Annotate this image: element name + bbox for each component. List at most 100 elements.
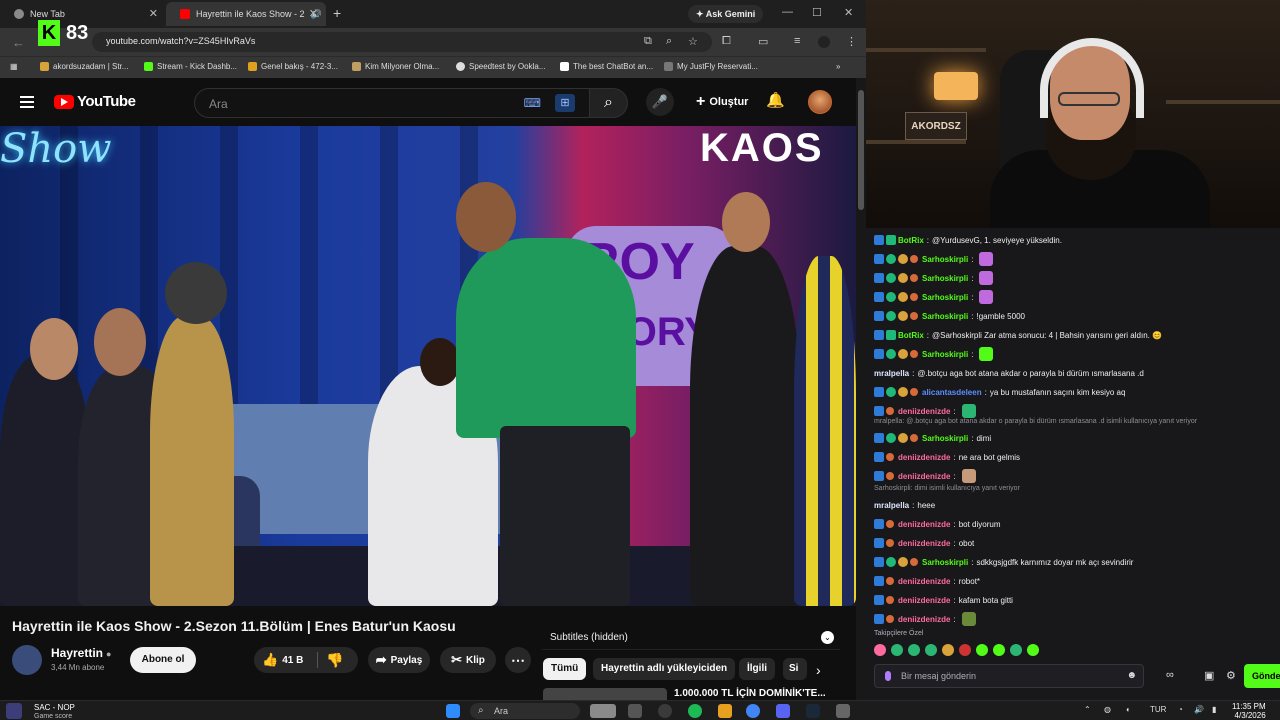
chat-message[interactable]: alicantasdeleen: ya bu mustafanın saçını … bbox=[874, 384, 1125, 400]
like-button[interactable]: 👍 41 B bbox=[262, 647, 303, 674]
rewards-icon[interactable]: ∞ bbox=[1166, 669, 1174, 681]
chat-message[interactable]: Sarhoskirpli: dimi bbox=[874, 430, 991, 446]
battery-icon[interactable]: ▮ bbox=[1212, 705, 1216, 714]
chat-message[interactable]: BotRix: @YurdusevG, 1. seviyeye yükseldin… bbox=[874, 232, 1062, 248]
chat-username[interactable]: deniizdenizde bbox=[898, 577, 950, 586]
emote-icon[interactable] bbox=[1027, 644, 1039, 656]
emote-icon[interactable] bbox=[908, 644, 920, 656]
share-button[interactable]: ➦ Paylaş bbox=[368, 647, 430, 673]
page-scrollbar[interactable] bbox=[856, 78, 866, 700]
chat-username[interactable]: BotRix bbox=[898, 331, 924, 340]
search-input[interactable]: Ara ⌨ ⊞ bbox=[194, 88, 590, 118]
bookmark-item[interactable]: Speedtest by Ookla... bbox=[456, 62, 546, 71]
chevron-down-icon[interactable]: ⌄ bbox=[821, 631, 834, 644]
menu-icon[interactable]: ⋮ bbox=[846, 35, 857, 48]
github-icon[interactable] bbox=[658, 704, 672, 718]
sidepanel-icon[interactable]: ▭ bbox=[758, 35, 768, 48]
youtube-wordmark[interactable]: YouTube bbox=[77, 93, 136, 110]
zoom-icon[interactable]: ⌕ bbox=[666, 35, 672, 48]
apps-icon[interactable]: ▦ bbox=[10, 62, 18, 71]
channel-avatar[interactable] bbox=[12, 645, 42, 675]
menu-icon[interactable] bbox=[20, 96, 34, 108]
chat-username[interactable]: deniizdenizde bbox=[898, 539, 950, 548]
cast-icon[interactable]: ⧉ bbox=[644, 35, 652, 48]
emote-icon[interactable] bbox=[993, 644, 1005, 656]
minimize-icon[interactable]: — bbox=[782, 6, 793, 18]
search-button[interactable]: ⌕ bbox=[590, 88, 628, 118]
video-player[interactable]: Show KAOS ROY TORY bbox=[0, 126, 856, 606]
maximize-icon[interactable]: ☐ bbox=[812, 6, 822, 19]
emote-icon[interactable] bbox=[942, 644, 954, 656]
chevron-right-icon[interactable]: › bbox=[816, 662, 821, 678]
chat-message[interactable]: Sarhoskirpli: !gamble 5000 bbox=[874, 308, 1025, 324]
chat-username[interactable]: alicantasdeleen bbox=[922, 388, 982, 397]
chat-username[interactable]: Sarhoskirpli bbox=[922, 293, 968, 302]
chat-message[interactable]: deniizdenizde: bot diyorum bbox=[874, 516, 1000, 532]
chat-message[interactable]: deniizdenizde: robot* bbox=[874, 573, 980, 589]
voice-search-button[interactable]: 🎤 bbox=[646, 88, 674, 116]
keyboard-icon[interactable]: ⌨ bbox=[524, 96, 541, 110]
file-explorer-icon[interactable] bbox=[718, 704, 732, 718]
back-icon[interactable]: ← bbox=[12, 35, 25, 50]
bookmark-item[interactable]: Genel bakış - 472-3... bbox=[248, 62, 338, 71]
recommended-thumbnail[interactable] bbox=[543, 688, 667, 700]
send-button[interactable]: Gönder bbox=[1244, 664, 1280, 688]
chat-username[interactable]: deniizdenizde bbox=[898, 520, 950, 529]
youtube-logo-icon[interactable] bbox=[54, 95, 74, 109]
clip-button[interactable]: ✂ Klip bbox=[440, 647, 496, 673]
bookmark-item[interactable]: Stream - Kick Dashb... bbox=[144, 62, 237, 71]
chat-message[interactable]: Sarhoskirpli: bbox=[874, 289, 994, 305]
scrollbar-thumb[interactable] bbox=[858, 90, 864, 210]
bookmark-item[interactable]: akordsuzadam | Str... bbox=[40, 62, 128, 71]
emote-icon[interactable] bbox=[874, 644, 886, 656]
chat-username[interactable]: Sarhoskirpli bbox=[922, 558, 968, 567]
chat-username[interactable]: mralpella bbox=[874, 501, 909, 510]
chat-input[interactable]: Bir mesaj gönderin ☻ bbox=[874, 664, 1144, 688]
close-icon[interactable]: ✕ bbox=[149, 7, 158, 20]
chat-message[interactable]: deniizdenizde: obot bbox=[874, 535, 974, 551]
chat-username[interactable]: Sarhoskirpli bbox=[922, 350, 968, 359]
tab-youtube[interactable]: Hayrettin ile Kaos Show - 2 🔊 ✕ bbox=[166, 2, 326, 26]
chat-message[interactable]: Sarhoskirpli: sdkkgsjgdfk karnımız doyar … bbox=[874, 554, 1133, 570]
chat-username[interactable]: BotRix bbox=[898, 236, 924, 245]
subtitles-panel[interactable]: Subtitles (hidden) ⌄ bbox=[542, 628, 840, 650]
taskbar-search[interactable]: Ara bbox=[470, 703, 580, 719]
new-tab-icon[interactable]: + bbox=[333, 5, 341, 21]
emoji-icon[interactable]: ☻ bbox=[1126, 670, 1137, 681]
chat-username[interactable]: deniizdenizde bbox=[898, 615, 950, 624]
chat-message[interactable]: deniizdenizde: kafam bota gitti bbox=[874, 592, 1013, 608]
bookmarks-more-icon[interactable]: » bbox=[836, 62, 840, 71]
clock[interactable]: 11:35 PM 4/3/2026 bbox=[1232, 702, 1266, 720]
widgets-icon[interactable] bbox=[590, 704, 616, 718]
chat-username[interactable]: deniizdenizde bbox=[898, 596, 950, 605]
recommended-title[interactable]: 1.000.000 TL İÇİN DOMİNİK'TE... bbox=[674, 688, 826, 699]
chat-message[interactable]: mralpella: heee bbox=[874, 497, 935, 513]
subscribe-button[interactable]: Abone ol bbox=[130, 647, 196, 673]
channel-name[interactable]: Hayrettin ● bbox=[51, 646, 111, 660]
more-actions-button[interactable]: ⋯ bbox=[505, 647, 531, 673]
app-icon[interactable] bbox=[836, 704, 850, 718]
chat-username[interactable]: deniizdenizde bbox=[898, 407, 950, 416]
bell-icon[interactable]: 🔔 bbox=[766, 91, 785, 109]
game-widget[interactable]: SAC - NOP Game score bbox=[34, 703, 75, 720]
store-icon[interactable]: ▣ bbox=[1204, 669, 1214, 682]
chat-message[interactable]: mralpella: @.botçu aga bot atana akdar o … bbox=[874, 365, 1144, 381]
chip-related[interactable]: İlgili bbox=[739, 658, 775, 680]
bookmark-item[interactable]: The best ChatBot an... bbox=[560, 62, 653, 71]
media-icon[interactable]: ≡ bbox=[794, 35, 800, 47]
discord-icon[interactable] bbox=[776, 704, 790, 718]
emote-icon[interactable] bbox=[976, 644, 988, 656]
chat-message[interactable]: deniizdenizde: ne ara bot gelmis bbox=[874, 449, 1020, 465]
chat-username[interactable]: deniizdenizde bbox=[898, 472, 950, 481]
chip-more[interactable]: Si bbox=[783, 658, 807, 680]
profile-icon[interactable] bbox=[818, 36, 830, 48]
emote-icon[interactable] bbox=[925, 644, 937, 656]
chat-username[interactable]: Sarhoskirpli bbox=[922, 255, 968, 264]
star-icon[interactable]: ☆ bbox=[688, 35, 698, 48]
tray-chevron-icon[interactable]: ⌃ bbox=[1084, 705, 1091, 714]
emote-icon[interactable] bbox=[1010, 644, 1022, 656]
chat-username[interactable]: Sarhoskirpli bbox=[922, 434, 968, 443]
bookmark-item[interactable]: Kim Milyoner Olma... bbox=[352, 62, 439, 71]
gear-icon[interactable]: ⚙ bbox=[1226, 669, 1236, 682]
chat-message[interactable]: BotRix: @Sarhoskirpli Zar atma sonucu: 4 … bbox=[874, 327, 1162, 343]
